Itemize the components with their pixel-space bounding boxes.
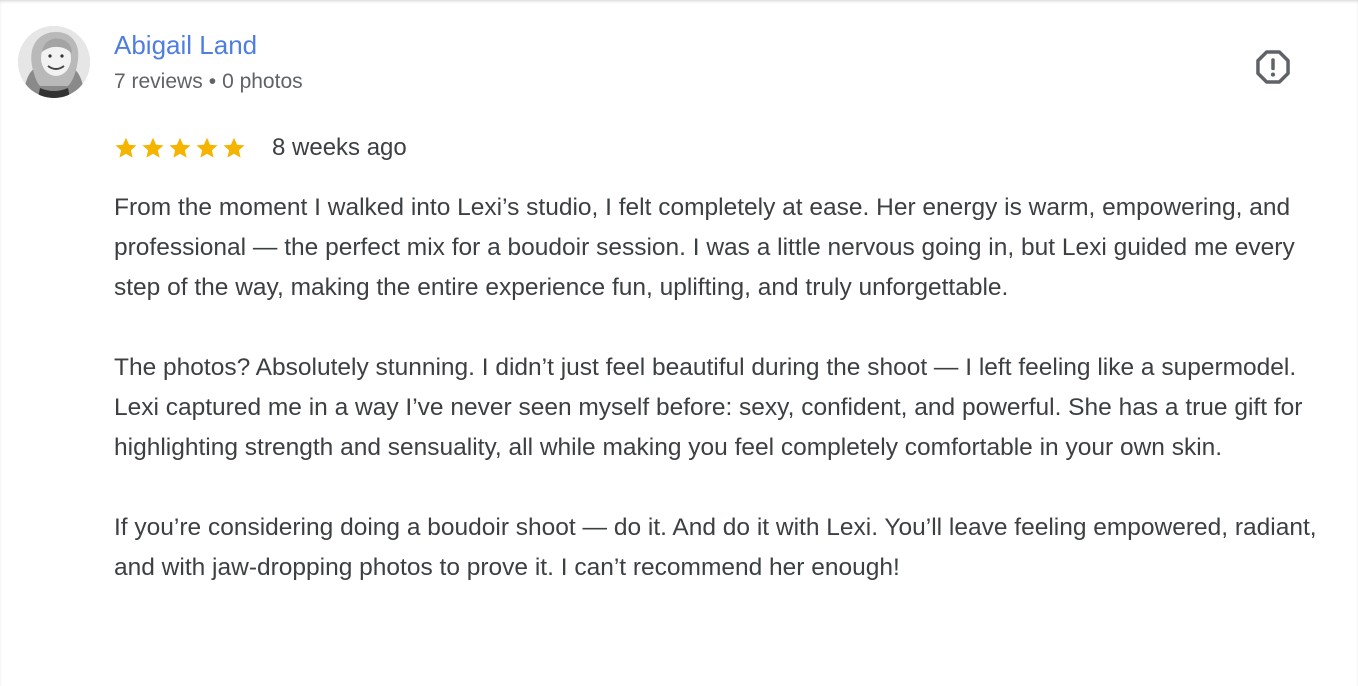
reviewer-stats-link[interactable]: 7 reviews • 0 photos [114, 68, 303, 96]
reviewer-name-link[interactable]: Abigail Land [114, 29, 257, 61]
star-icon [223, 137, 245, 158]
star-rating [114, 136, 246, 160]
review-paragraph: The photos? Absolutely stunning. I didn’… [114, 354, 1303, 461]
report-review-button[interactable] [1250, 44, 1296, 90]
review-date: 8 weeks ago [272, 134, 407, 161]
review-card: Abigail Land 7 reviews • 0 photos 8 weeks … [0, 0, 1358, 686]
review-paragraph: If you’re considering doing a boudoir sh… [114, 514, 1317, 581]
star-icon [115, 137, 137, 158]
photos-count: 0 photos [222, 70, 303, 93]
review-text: From the moment I walked into Lexi’s stu… [114, 188, 1344, 588]
review-paragraph: From the moment I walked into Lexi’s stu… [114, 194, 1295, 301]
star-icon [196, 137, 218, 158]
avatar-photo-icon [18, 26, 90, 98]
report-flag-icon [1256, 50, 1290, 84]
reviewer-avatar[interactable] [18, 26, 90, 98]
star-icon [169, 137, 191, 158]
star-icon [142, 137, 164, 158]
rating-row: 8 weeks ago [114, 130, 407, 166]
reviews-count: 7 reviews [114, 70, 203, 93]
meta-separator: • [208, 70, 217, 93]
